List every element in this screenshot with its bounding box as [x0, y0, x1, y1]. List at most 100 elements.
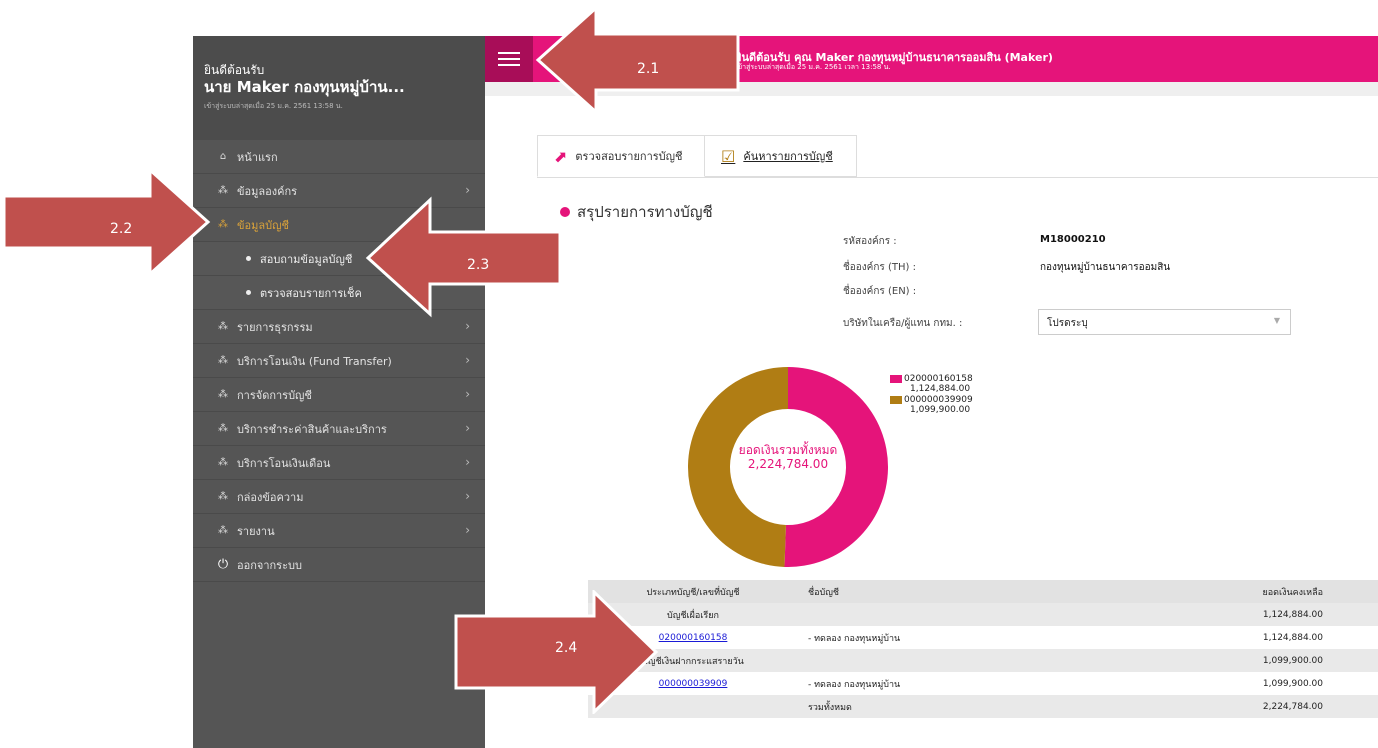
legend-swatch: [890, 396, 902, 404]
table-total-row: รวมทั้งหมด 2,224,784.00: [588, 695, 1378, 718]
chevron-right-icon: ›: [465, 387, 470, 401]
chart-center-title: ยอดเงินรวมทั้งหมด: [738, 443, 838, 457]
org-icon: ⁂: [218, 321, 228, 332]
org-icon: ⁂: [218, 525, 228, 536]
sidebar-subitem-label: ตรวจสอบรายการเช็ค: [260, 286, 362, 300]
user-name: นาย Maker กองทุนหมู่บ้าน...: [204, 78, 405, 96]
sidebar-item-label: บริการโอนเงิน (Fund Transfer): [237, 354, 392, 368]
org-icon: ⁂: [218, 423, 228, 434]
calendar-icon: ☑: [721, 146, 736, 166]
chart-icon: ⬈: [554, 146, 568, 166]
power-icon: ⏻: [217, 557, 229, 572]
bullet-icon: [246, 290, 251, 295]
menu-toggle-button[interactable]: [485, 36, 533, 82]
org-code-value: M18000210: [1040, 234, 1106, 245]
table-row: บัญชีเงินฝากกระแสรายวัน 1,099,900.00: [588, 649, 1378, 672]
legend-series-name: 000000039909: [904, 395, 973, 405]
org-icon: ⁂: [218, 355, 228, 366]
balance-cell: 1,099,900.00: [1158, 649, 1378, 672]
sidebar-item-fund-transfer[interactable]: ⁂ บริการโอนเงิน (Fund Transfer) ›: [193, 344, 485, 378]
total-balance-cell: 2,224,784.00: [1158, 695, 1378, 718]
sidebar-item-label: รายการธุรกรรม: [237, 320, 313, 334]
bullet-icon: [246, 256, 251, 261]
hamburger-icon: [498, 58, 520, 60]
sidebar-item-label: การจัดการบัญชี: [237, 388, 312, 402]
tab-account-search[interactable]: ☑ ค้นหารายการบัญชี: [705, 135, 857, 177]
sidebar-item-label: บริการชำระค่าสินค้าและบริการ: [237, 422, 387, 436]
subsidiary-label: บริษัทในเครือ/ผู้แทน กทม. :: [843, 318, 963, 329]
balance-cell: 1,099,900.00: [1262, 678, 1323, 689]
hamburger-icon: [498, 64, 520, 66]
balance-cell: 1,124,884.00: [1262, 632, 1323, 643]
chevron-right-icon: ›: [465, 421, 470, 435]
balance-cell: 1,124,884.00: [1158, 603, 1378, 626]
sidebar-item-reports[interactable]: ⁂ รายงาน ›: [193, 514, 485, 548]
tab-account-check[interactable]: ⬈ ตรวจสอบรายการบัญชี: [537, 135, 705, 177]
tab-label: ค้นหารายการบัญชี: [743, 150, 833, 163]
chevron-right-icon: ›: [465, 319, 470, 333]
annotation-label: 2.2: [110, 221, 133, 237]
chevron-right-icon: ›: [465, 489, 470, 503]
account-name-cell: - ทดลอง กองทุนหมู่บ้าน: [808, 679, 901, 690]
sidebar-item-label: กล่องข้อความ: [237, 490, 304, 504]
annotation-arrow-2-3: [365, 196, 562, 318]
legend-series-value: 1,099,900.00: [910, 405, 971, 415]
sidebar-item-label: รายงาน: [237, 524, 275, 538]
sidebar: ยินดีต้อนรับ นาย Maker กองทุนหมู่บ้าน...…: [193, 36, 485, 748]
sidebar-subitem-label: สอบถามข้อมูลบัญชี: [260, 252, 353, 266]
sidebar-item-account-management[interactable]: ⁂ การจัดการบัญชี ›: [193, 378, 485, 412]
sidebar-header: ยินดีต้อนรับ นาย Maker กองทุนหมู่บ้าน...…: [193, 36, 485, 140]
account-name-cell: [798, 649, 1158, 672]
account-table: ประเภทบัญชี/เลขที่บัญชี ชื่อบัญชี ยอดเงิ…: [588, 580, 1378, 718]
account-number-link[interactable]: 000000039909: [659, 679, 728, 689]
chart-center-value: 2,224,784.00: [747, 457, 829, 471]
org-code-label: รหัสองค์กร :: [843, 236, 897, 247]
column-header: ยอดเงินคงเหลือ: [1158, 580, 1378, 603]
section-title: สรุปรายการทางบัญชี: [560, 200, 713, 224]
sidebar-item-logout[interactable]: ⏻ ออกจากระบบ: [193, 548, 485, 582]
org-icon: ⁂: [218, 457, 228, 468]
topbar-subtitle: เข้าสู่ระบบล่าสุดเมื่อ 25 ม.ค. 2561 เวลา…: [735, 63, 891, 71]
sidebar-item-home[interactable]: ⌂ หน้าแรก: [193, 140, 485, 174]
sidebar-item-bill-payment[interactable]: ⁂ บริการชำระค่าสินค้าและบริการ ›: [193, 412, 485, 446]
org-name-en-label: ชื่อองค์กร (EN) :: [843, 286, 917, 297]
annotation-arrow-2-2: [2, 166, 211, 278]
hamburger-icon: [498, 52, 520, 54]
table-header-row: ประเภทบัญชี/เลขที่บัญชี ชื่อบัญชี ยอดเงิ…: [588, 580, 1378, 603]
sidebar-item-label: ออกจากระบบ: [237, 558, 302, 572]
sidebar-item-label: ข้อมูลบัญชี: [237, 218, 289, 232]
org-icon: ⁂: [218, 185, 228, 196]
account-name-cell: [798, 603, 1158, 626]
subsidiary-select[interactable]: โปรดระบุ ▼: [1038, 309, 1291, 335]
welcome-text: ยินดีต้อนรับ: [204, 63, 265, 77]
legend-series-name: 020000160158: [904, 374, 973, 384]
chart-center-label: ยอดเงินรวมทั้งหมด 2,224,784.00: [718, 443, 858, 471]
table-row: 020000160158 - ทดลอง กองทุนหมู่บ้าน 1,12…: [588, 626, 1378, 649]
org-name-th-value: กองทุนหมู่บ้านธนาคารออมสิน: [1040, 262, 1171, 273]
account-name-cell: - ทดลอง กองทุนหมู่บ้าน: [808, 633, 901, 644]
sidebar-item-label: ข้อมูลองค์กร: [237, 184, 298, 198]
last-login-text: เข้าสู่ระบบล่าสุดเมื่อ 25 ม.ค. 2561 13:5…: [204, 102, 343, 110]
annotation-label: 2.3: [467, 257, 490, 273]
chevron-right-icon: ›: [465, 353, 470, 367]
legend-series-value: 1,124,884.00: [910, 384, 971, 394]
column-header: ชื่อบัญชี: [798, 580, 1158, 603]
chevron-right-icon: ›: [465, 523, 470, 537]
sidebar-item-payroll[interactable]: ⁂ บริการโอนเงินเดือน ›: [193, 446, 485, 480]
annotation-label: 2.1: [637, 61, 660, 77]
annotation-label: 2.4: [555, 640, 578, 656]
legend-swatch: [890, 375, 902, 383]
annotation-arrow-2-1: [535, 4, 740, 114]
home-icon: ⌂: [219, 151, 227, 162]
sidebar-item-label: บริการโอนเงินเดือน: [237, 456, 331, 470]
chart-legend: 020000160158 1,124,884.00 000000039909 1…: [890, 374, 973, 416]
sidebar-item-inbox[interactable]: ⁂ กล่องข้อความ ›: [193, 480, 485, 514]
tab-bar: ⬈ ตรวจสอบรายการบัญชี ☑ ค้นหารายการบัญชี: [537, 135, 857, 177]
total-label-cell: รวมทั้งหมด: [798, 695, 1158, 718]
org-icon: ⁂: [218, 219, 228, 230]
org-icon: ⁂: [218, 389, 228, 400]
chevron-right-icon: ›: [465, 455, 470, 469]
org-icon: ⁂: [218, 491, 228, 502]
chevron-right-icon: ›: [465, 183, 470, 197]
account-number-link[interactable]: 020000160158: [659, 633, 728, 643]
